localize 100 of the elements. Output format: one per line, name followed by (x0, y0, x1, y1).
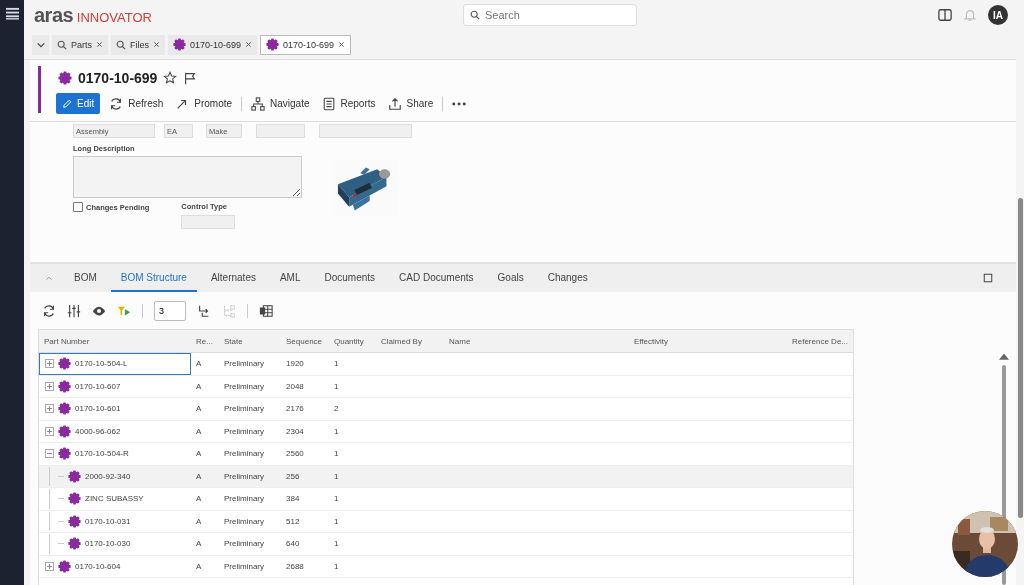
collapse-icon[interactable] (45, 449, 54, 459)
part-icon (58, 357, 71, 371)
table-cell-text: 1 (333, 538, 340, 551)
table-cell-text: Preliminary (223, 448, 265, 461)
form-field[interactable] (319, 124, 412, 139)
column-header[interactable]: Quantity (329, 330, 376, 352)
table-cell-text: 1 (333, 448, 340, 461)
refresh-button[interactable]: Refresh (106, 93, 167, 115)
sliders-icon[interactable] (67, 304, 81, 318)
table-cell-text: Preliminary (223, 470, 265, 483)
open-tab[interactable]: Files (111, 34, 166, 55)
column-header[interactable]: Claimed By (376, 330, 444, 352)
part-icon (58, 71, 72, 86)
close-icon[interactable] (96, 41, 103, 49)
scrollbar-thumb[interactable] (1017, 198, 1023, 518)
star-icon[interactable] (163, 71, 178, 86)
control-type-field[interactable] (181, 215, 236, 230)
close-icon[interactable] (338, 41, 346, 49)
tabs-dropdown[interactable] (32, 34, 49, 55)
table-cell[interactable]: 2000-92-340 (39, 465, 191, 487)
menu-icon[interactable] (5, 7, 19, 20)
table-cell[interactable]: 0170-10-601 (39, 398, 191, 420)
table-cell[interactable]: 0170-10-031 (39, 510, 191, 532)
part-icon (266, 38, 280, 52)
table-cell[interactable]: 4000-96-062 (39, 420, 191, 442)
open-tab[interactable]: 0170-10-699 (168, 34, 258, 55)
share-icon (387, 96, 402, 111)
maximize-icon[interactable] (983, 273, 993, 283)
table-cell[interactable]: 0170-10-504-L (39, 353, 191, 375)
column-header[interactable]: State (219, 330, 281, 352)
reports-button[interactable]: Reports (318, 93, 379, 115)
close-icon[interactable] (153, 41, 161, 49)
expand-icon[interactable] (45, 404, 54, 414)
relationship-tab[interactable]: Alternates (200, 264, 266, 292)
table-cell-text: 1 (333, 493, 340, 506)
table-cell[interactable]: 0170-10-030 (39, 533, 191, 555)
branch-arrows-icon[interactable] (197, 304, 211, 318)
search-field[interactable]: Search (463, 4, 637, 27)
column-header[interactable]: Part Number (39, 330, 191, 352)
column-header[interactable]: Effectivity (541, 330, 761, 352)
table-cell-text: A (195, 515, 203, 528)
table-cell-text: 2 (333, 403, 340, 416)
close-icon[interactable] (245, 41, 253, 49)
table-cell[interactable]: 0170-10-604 (39, 555, 191, 577)
eye-icon[interactable] (92, 304, 106, 318)
flag-icon[interactable] (183, 71, 198, 86)
tab-label: Parts (71, 39, 92, 50)
table-cell[interactable]: 0170-10-607 (39, 375, 191, 397)
relationship-tab[interactable]: Changes (537, 264, 598, 292)
expand-icon[interactable] (45, 359, 54, 369)
part-icon (58, 402, 71, 416)
search-icon (116, 39, 126, 50)
edit-button[interactable]: Edit (56, 93, 101, 115)
table-cell-text: A (195, 380, 203, 393)
relationship-tab[interactable]: AML (269, 264, 311, 292)
column-header[interactable]: Re... (191, 330, 219, 352)
table-cell-text: Preliminary (223, 380, 265, 393)
open-tab[interactable]: Parts (52, 34, 108, 55)
table-cell-text: 640 (285, 538, 301, 551)
relationship-tab[interactable]: BOM (64, 264, 107, 292)
expand-icon[interactable] (45, 426, 54, 436)
table-cell-text: 1 (333, 470, 340, 483)
split-view-icon[interactable] (938, 8, 952, 23)
relationship-tab[interactable]: Goals (487, 264, 534, 292)
relationship-tab[interactable]: Documents (314, 264, 386, 292)
table-cell-text: A (195, 560, 203, 573)
filter-play-icon[interactable] (117, 304, 131, 318)
table-cell-text: 1 (333, 515, 340, 528)
open-tab[interactable]: 0170-10-699 (260, 34, 352, 55)
item-title: 0170-10-699 (78, 70, 158, 87)
table-cell-text: 2048 (285, 380, 305, 393)
search-icon (470, 10, 480, 21)
spreadsheet-icon[interactable] (259, 304, 273, 318)
column-header[interactable]: Name (444, 330, 541, 352)
scroll-up-icon[interactable] (999, 351, 1009, 361)
hierarchy-icon (251, 96, 266, 111)
checkbox[interactable] (73, 202, 83, 213)
pencil-icon (62, 98, 72, 109)
user-avatar[interactable]: IA (988, 5, 1008, 26)
relationship-tab[interactable]: CAD Documents (389, 264, 484, 292)
tab-label: Files (130, 39, 150, 50)
table-cell-text: Preliminary (223, 515, 265, 528)
promote-button[interactable]: Promote (172, 93, 236, 115)
report-icon (321, 96, 336, 111)
column-header[interactable]: Reference De... (761, 330, 853, 352)
table-cell[interactable]: ZINC SUBASSY (39, 488, 191, 510)
navigate-button[interactable]: Navigate (248, 93, 313, 115)
table-cell[interactable]: 0170-10-504-R (39, 443, 191, 465)
part-icon (58, 379, 71, 393)
expand-icon[interactable] (45, 561, 54, 571)
column-header[interactable]: Sequence (281, 330, 329, 352)
depth-field[interactable]: 3 (154, 301, 186, 321)
refresh-icon[interactable] (42, 304, 56, 318)
expand-icon[interactable] (45, 381, 54, 391)
form-field[interactable] (256, 124, 305, 139)
table-cell-text: 1 (333, 380, 340, 393)
description-field[interactable] (73, 156, 302, 199)
share-button[interactable]: Share (384, 93, 437, 115)
table-cell-text: 1 (333, 425, 340, 438)
table-cell-text: 512 (285, 515, 301, 528)
